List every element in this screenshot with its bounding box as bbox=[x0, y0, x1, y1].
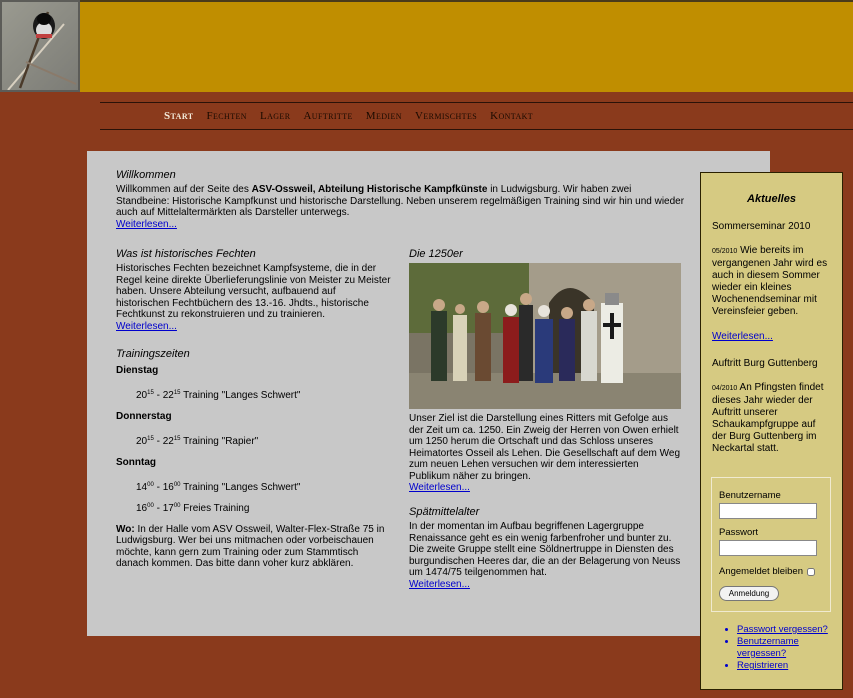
fencing-text: Historisches Fechten bezeichnet Kampfsys… bbox=[116, 263, 391, 320]
remember-me-row: Angemeldet bleiben bbox=[719, 566, 830, 577]
late-middle-ages-title: Spätmittelalter bbox=[409, 506, 480, 518]
training-section: Trainingszeiten Dienstag 2015 - 2215 Tra… bbox=[116, 348, 391, 570]
fencing-title: Was ist historisches Fechten bbox=[116, 248, 256, 260]
password-input[interactable] bbox=[719, 540, 817, 556]
training-slot-thursday: 2015 - 2215 Training "Rapier" bbox=[136, 435, 259, 447]
news-list: Sommerseminar 2010 05/2010 Wie bereits i… bbox=[701, 221, 842, 455]
group-photo bbox=[409, 263, 681, 409]
remember-me-checkbox[interactable] bbox=[806, 567, 815, 576]
forgot-password-link[interactable]: Passwort vergessen? bbox=[737, 624, 835, 636]
account-links: Passwort vergessen? Benutzername vergess… bbox=[725, 624, 835, 672]
nav-auftritte[interactable]: Auftritte bbox=[303, 110, 352, 122]
header-band bbox=[0, 0, 853, 92]
main-navigation: Start Fechten Lager Auftritte Medien Ver… bbox=[100, 102, 853, 130]
training-day-tuesday: Dienstag bbox=[116, 364, 159, 376]
welcome-title: Willkommen bbox=[116, 169, 176, 181]
training-day-sunday: Sonntag bbox=[116, 456, 156, 468]
group-1250-text: Unser Ziel ist die Darstellung eines Rit… bbox=[409, 413, 681, 482]
group-1250-title: Die 1250er bbox=[409, 248, 463, 260]
nav-vermischtes[interactable]: Vermischtes bbox=[415, 110, 477, 122]
medieval-group-photo-icon bbox=[409, 263, 681, 409]
right-column: Die 1250er Unser Ziel ist die Darstellun… bbox=[409, 248, 681, 591]
late-middle-ages-section: Spätmittelalter In der momentan im Aufba… bbox=[409, 506, 681, 591]
register-link[interactable]: Registrieren bbox=[737, 660, 835, 672]
nav-lager[interactable]: Lager bbox=[260, 110, 291, 122]
remember-me-label: Angemeldet bleiben bbox=[719, 566, 803, 577]
training-slot-sunday-2: 1600 - 1700 Freies Training bbox=[136, 502, 250, 514]
nav-fechten[interactable]: Fechten bbox=[206, 110, 246, 122]
site-logo[interactable] bbox=[0, 0, 80, 92]
left-column: Was ist historisches Fechten Historische… bbox=[116, 248, 391, 570]
nav-medien[interactable]: Medien bbox=[366, 110, 402, 122]
password-label: Passwort bbox=[719, 527, 759, 538]
late-middle-ages-read-more-link[interactable]: Weiterlesen... bbox=[409, 579, 681, 591]
training-title: Trainingszeiten bbox=[116, 347, 190, 360]
login-button[interactable]: Anmeldung bbox=[719, 586, 779, 601]
login-form: Benutzername Passwort Angemeldet bleiben… bbox=[711, 477, 831, 612]
fencing-mask-logo-icon bbox=[7, 11, 77, 90]
news-1-title: Sommerseminar 2010 bbox=[712, 221, 811, 232]
late-middle-ages-text: In der momentan im Aufbau begriffenen La… bbox=[409, 521, 681, 578]
nav-start[interactable]: Start bbox=[164, 110, 193, 122]
welcome-text: Willkommen auf der Seite des ASV-Ossweil… bbox=[116, 184, 685, 218]
fencing-read-more-link[interactable]: Weiterlesen... bbox=[116, 321, 391, 333]
forgot-username-link[interactable]: Benutzername vergessen? bbox=[737, 636, 835, 660]
training-day-thursday: Donnerstag bbox=[116, 410, 172, 422]
welcome-section: Willkommen Willkommen auf der Seite des … bbox=[116, 169, 686, 231]
news-1-read-more-link[interactable]: Weiterlesen... bbox=[712, 331, 831, 343]
news-1-text: 05/2010 Wie bereits im vergangenen Jahr … bbox=[712, 245, 828, 317]
training-slot-tuesday: 2015 - 2215 Training "Langes Schwert" bbox=[136, 389, 301, 401]
welcome-read-more-link[interactable]: Weiterlesen... bbox=[116, 219, 686, 231]
group-1250-read-more-link[interactable]: Weiterlesen... bbox=[409, 482, 681, 494]
username-label: Benutzername bbox=[719, 490, 781, 501]
news-2-title: Auftritt Burg Guttenberg bbox=[712, 358, 818, 369]
header-top-line bbox=[0, 0, 853, 2]
news-sidebar: Aktuelles Sommerseminar 2010 05/2010 Wie… bbox=[700, 172, 843, 690]
nav-kontakt[interactable]: Kontakt bbox=[490, 110, 533, 122]
main-content: Willkommen Willkommen auf der Seite des … bbox=[87, 151, 770, 636]
training-slot-sunday-1: 1400 - 1600 Training "Langes Schwert" bbox=[136, 481, 301, 493]
group-1250-section: Die 1250er Unser Ziel ist die Darstellun… bbox=[409, 248, 681, 494]
fencing-section: Was ist historisches Fechten Historische… bbox=[116, 248, 391, 333]
username-input[interactable] bbox=[719, 503, 817, 519]
sidebar-title: Aktuelles bbox=[747, 193, 796, 205]
news-2-text: 04/2010 An Pfingsten findet dieses Jahr … bbox=[712, 382, 824, 454]
training-location: Wo: In der Halle vom ASV Ossweil, Walter… bbox=[116, 523, 385, 570]
